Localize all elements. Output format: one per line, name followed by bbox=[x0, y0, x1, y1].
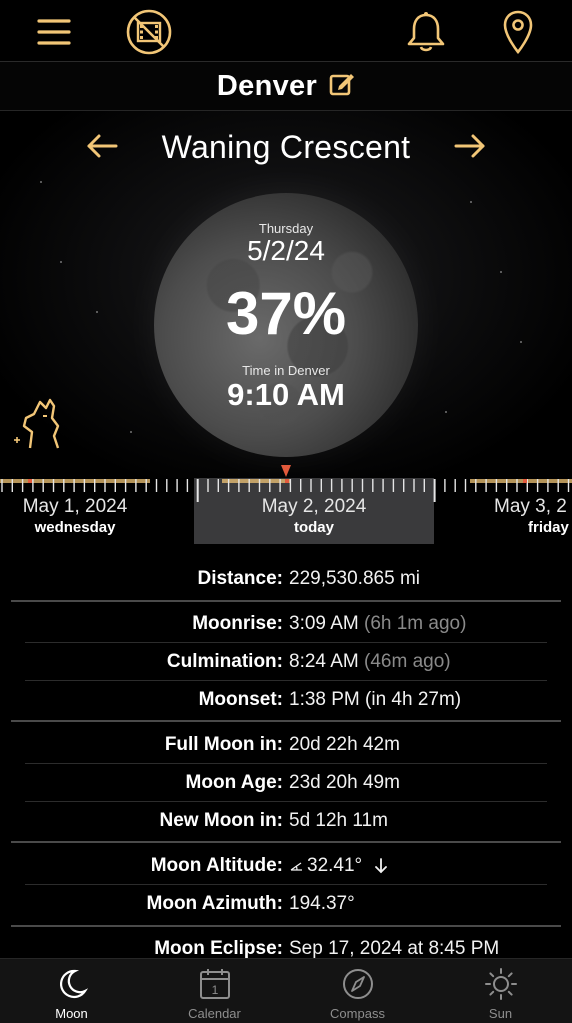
moon-hero: Waning Crescent Thursday 5/2/24 37% Time… bbox=[0, 111, 572, 478]
moon-age-row: Moon Age: 23d 20h 49m bbox=[0, 764, 572, 802]
tab-bar: Moon 1 Calendar Compass Sun bbox=[0, 958, 572, 1023]
tab-label-calendar: Calendar bbox=[188, 1006, 241, 1021]
culmination-value: 8:24 AM bbox=[289, 651, 359, 672]
compass-icon bbox=[342, 969, 373, 999]
timeline-event-mark bbox=[28, 479, 32, 483]
moonrise-label: Moonrise: bbox=[192, 613, 283, 634]
moon-age-label: Moon Age: bbox=[185, 772, 283, 793]
distance-value: 229,530.865 mi bbox=[289, 568, 420, 589]
moon-date: 5/2/24 bbox=[247, 235, 325, 266]
tab-calendar[interactable]: 1 Calendar bbox=[143, 959, 286, 1023]
culmination-label: Culmination: bbox=[166, 651, 283, 672]
new-moon-label: New Moon in: bbox=[159, 810, 283, 831]
timeline-event-mark bbox=[523, 479, 527, 483]
divider bbox=[11, 925, 561, 927]
time-label: Time in Denver bbox=[242, 363, 330, 378]
top-bar bbox=[0, 0, 572, 62]
full-moon-row: Full Moon in: 20d 22h 42m bbox=[0, 726, 572, 764]
timeline-sub-next: friday bbox=[528, 519, 569, 536]
wolf-howl-icon[interactable] bbox=[10, 396, 64, 452]
tab-label-sun: Sun bbox=[488, 1006, 513, 1021]
moon-weekday: Thursday bbox=[258, 221, 314, 236]
timeline-date-prev[interactable]: May 1, 2024 bbox=[0, 496, 150, 518]
moonrise-row: Moonrise: 3:09 AM (6h 1m ago) bbox=[0, 605, 572, 643]
map-pin-icon[interactable] bbox=[494, 8, 542, 56]
edit-icon[interactable] bbox=[329, 72, 355, 101]
date-timeline[interactable]: May 1, 2024 wednesday May 2, 2024 today … bbox=[0, 465, 572, 548]
new-moon-row: New Moon in: 5d 12h 11m bbox=[0, 802, 572, 840]
distance-row: Distance: 229,530.865 mi bbox=[0, 560, 572, 598]
full-moon-label: Full Moon in: bbox=[164, 734, 283, 755]
calendar-icon: 1 bbox=[199, 969, 230, 999]
phase-selector: Waning Crescent bbox=[0, 125, 572, 167]
timeline-sub-prev: wednesday bbox=[34, 519, 116, 536]
moonset-row: Moonset: 1:38 PM (in 4h 27m) bbox=[0, 681, 572, 719]
timeline-band bbox=[470, 479, 572, 483]
city-name[interactable]: Denver bbox=[217, 70, 317, 103]
no-video-icon[interactable] bbox=[125, 8, 173, 56]
tab-sun[interactable]: Sun bbox=[429, 959, 572, 1023]
azimuth-label: Moon Azimuth: bbox=[146, 893, 283, 914]
current-time-marker-icon bbox=[281, 465, 291, 477]
local-time: 9:10 AM bbox=[227, 377, 345, 412]
divider bbox=[11, 600, 561, 602]
new-moon-value: 5d 12h 11m bbox=[289, 810, 388, 831]
moonrise-note: (6h 1m ago) bbox=[364, 613, 467, 634]
altitude-row: Moon Altitude: 32.41° bbox=[0, 847, 572, 885]
tab-label-compass: Compass bbox=[330, 1006, 385, 1021]
azimuth-row: Moon Azimuth: 194.37° bbox=[0, 885, 572, 923]
eclipse-value: Sep 17, 2024 at 8:45 PM bbox=[289, 938, 500, 959]
azimuth-value: 194.37° bbox=[289, 893, 355, 914]
timeline-date-current[interactable]: May 2, 2024 bbox=[194, 496, 434, 518]
eclipse-label: Moon Eclipse: bbox=[154, 938, 283, 959]
culmination-note: (46m ago) bbox=[364, 651, 451, 672]
arrow-down-icon bbox=[375, 858, 388, 874]
altitude-value: 32.41° bbox=[307, 855, 363, 876]
moonset-value: 1:38 PM (in 4h 27m) bbox=[289, 689, 462, 710]
timeline-date-next[interactable]: May 3, 2 bbox=[494, 496, 572, 518]
altitude-label: Moon Altitude: bbox=[150, 855, 283, 876]
bell-icon[interactable] bbox=[402, 8, 450, 56]
tab-moon[interactable]: Moon bbox=[0, 959, 143, 1023]
moon-icon bbox=[59, 969, 88, 998]
tab-compass[interactable]: Compass bbox=[286, 959, 429, 1023]
tab-label-moon: Moon bbox=[55, 1006, 88, 1021]
hamburger-menu-icon[interactable] bbox=[30, 8, 78, 56]
divider bbox=[11, 720, 561, 722]
timeline-sub-current: today bbox=[293, 519, 334, 536]
location-bar[interactable]: Denver bbox=[0, 62, 572, 111]
distance-label: Distance: bbox=[197, 568, 283, 589]
moonset-label: Moonset: bbox=[198, 689, 283, 710]
full-moon-value: 20d 22h 42m bbox=[289, 734, 400, 755]
illumination-percent: 37% bbox=[225, 280, 347, 347]
moonrise-value: 3:09 AM bbox=[289, 613, 359, 634]
angle-icon bbox=[290, 862, 302, 871]
calendar-icon-day: 1 bbox=[211, 983, 218, 997]
timeline-event-mark bbox=[285, 479, 289, 483]
divider bbox=[11, 841, 561, 843]
moon-age-value: 23d 20h 49m bbox=[289, 772, 400, 793]
sun-icon bbox=[484, 968, 517, 1000]
arrow-right-icon[interactable] bbox=[448, 125, 492, 167]
culmination-row: Culmination: 8:24 AM (46m ago) bbox=[0, 643, 572, 681]
